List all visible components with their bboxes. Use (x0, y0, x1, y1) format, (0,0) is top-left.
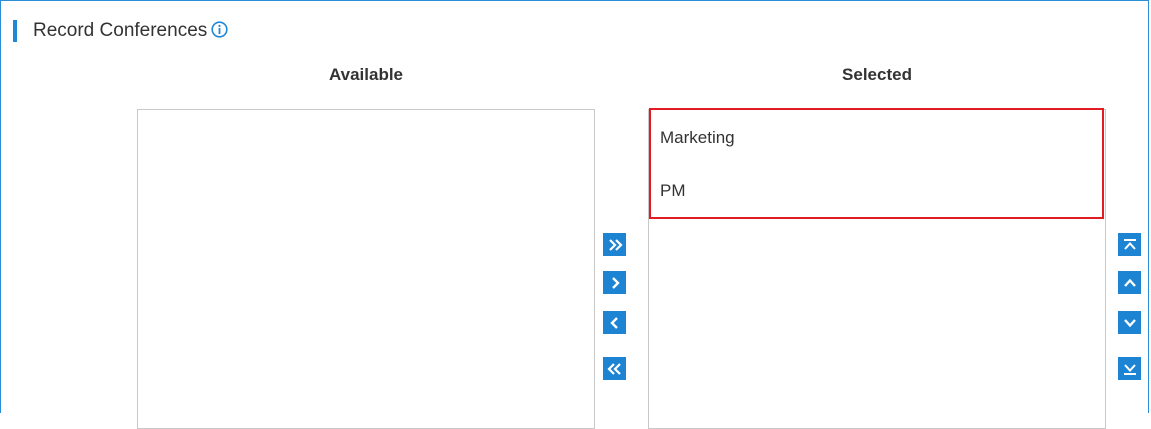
move-to-top-button[interactable] (1118, 233, 1141, 256)
available-column-title: Available (328, 65, 404, 84)
record-conferences-panel: Record Conferences Available Selected Ma… (0, 0, 1149, 429)
move-up-button[interactable] (1118, 271, 1141, 294)
selected-column-title: Selected (842, 65, 912, 84)
list-item[interactable]: PM (660, 181, 686, 201)
available-listbox[interactable] (137, 109, 595, 429)
move-top-icon (1122, 237, 1138, 253)
remove-button[interactable] (603, 311, 626, 334)
add-button[interactable] (603, 271, 626, 294)
section-header: Record Conferences (13, 20, 228, 42)
remove-all-button[interactable] (603, 357, 626, 380)
selected-items-highlight: Marketing PM (649, 108, 1104, 219)
move-to-bottom-button[interactable] (1118, 357, 1141, 380)
chevron-left-icon (607, 315, 623, 331)
section-title: Record Conferences (33, 20, 208, 41)
chevron-up-icon (1122, 275, 1138, 291)
chevron-right-icon (607, 275, 623, 291)
list-item[interactable]: Marketing (660, 128, 735, 148)
double-chevron-left-icon (606, 361, 623, 377)
add-all-button[interactable] (603, 233, 626, 256)
chevron-down-icon (1122, 315, 1138, 331)
section-accent-bar (13, 20, 17, 42)
move-bottom-icon (1122, 361, 1138, 377)
info-circle-icon[interactable] (211, 20, 228, 38)
double-chevron-right-icon (607, 237, 623, 253)
move-down-button[interactable] (1118, 311, 1141, 334)
